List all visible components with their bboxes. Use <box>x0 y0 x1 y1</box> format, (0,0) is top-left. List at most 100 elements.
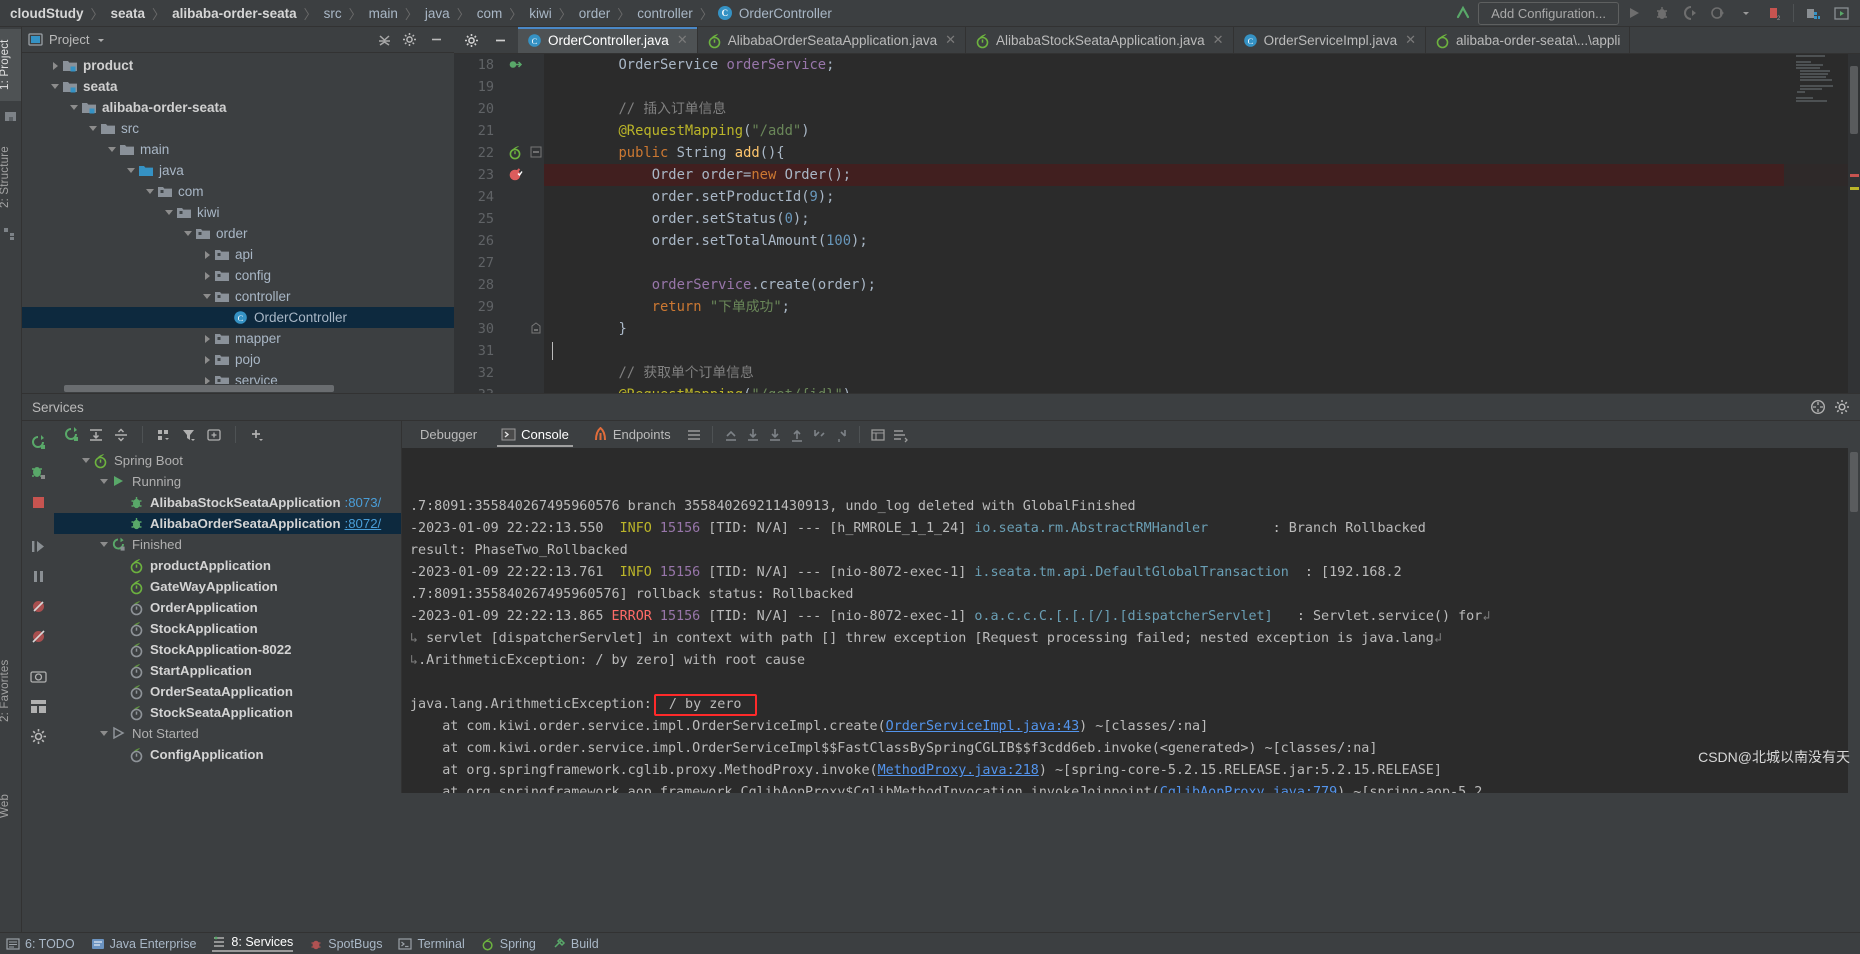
service-node[interactable]: ConfigApplication <box>54 744 401 765</box>
chevron-down-icon[interactable] <box>125 164 138 177</box>
editor-minimap[interactable] <box>1784 54 1848 393</box>
sidebar-item-web[interactable]: Web <box>0 787 21 825</box>
chevron-down-icon[interactable] <box>163 206 176 219</box>
tree-node[interactable]: seata <box>22 76 454 97</box>
chevron-right-icon[interactable] <box>201 353 214 366</box>
view-breakpoints-icon[interactable] <box>22 621 54 651</box>
project-tree[interactable]: product seata alibaba-order-seata src main ja… <box>22 53 454 393</box>
tree-node[interactable]: kiwi <box>22 202 454 223</box>
gutter-line[interactable]: 33 <box>454 384 544 393</box>
group-by-icon[interactable] <box>153 424 175 446</box>
chevron-down-icon[interactable] <box>96 35 106 45</box>
tree-node[interactable]: config <box>22 265 454 286</box>
breadcrumb-item[interactable]: kiwi <box>527 6 554 21</box>
chevron-down-icon[interactable] <box>1733 2 1759 24</box>
services-tree[interactable]: Spring Boot Running AlibabaStockSeataAppli… <box>54 448 401 793</box>
code-line[interactable]: order.setProductId(9); <box>544 186 1860 208</box>
tree-node[interactable]: java <box>22 160 454 181</box>
service-node[interactable]: Running <box>54 471 401 492</box>
stacktrace-link[interactable]: MethodProxy.java:218 <box>878 763 1039 778</box>
bookmarks-icon[interactable] <box>3 109 19 125</box>
pause-icon[interactable] <box>22 561 54 591</box>
run-configuration-selector[interactable]: Add Configuration... <box>1478 1 1619 25</box>
chevron-down-icon[interactable] <box>80 454 93 467</box>
code-line[interactable]: // 插入订单信息 <box>544 98 1860 120</box>
console-tab[interactable]: Endpoints <box>581 423 683 447</box>
add-icon[interactable] <box>246 424 268 446</box>
gutter-line[interactable]: 26 <box>454 230 544 252</box>
breadcrumb-item[interactable]: src <box>322 6 344 21</box>
chevron-right-icon[interactable] <box>201 248 214 261</box>
structure-view-icon[interactable] <box>3 227 19 243</box>
breadcrumb-item[interactable]: alibaba-order-seata <box>170 6 299 21</box>
step-out-icon[interactable] <box>720 424 742 446</box>
chevron-down-icon[interactable] <box>106 143 119 156</box>
tree-node[interactable]: controller <box>22 286 454 307</box>
filter-icon[interactable] <box>178 424 200 446</box>
service-node[interactable]: StockApplication <box>54 618 401 639</box>
sidebar-item-structure[interactable]: 2: Structure <box>0 135 21 219</box>
service-node[interactable]: AlibabaOrderSeataApplication:8072/ <box>54 513 401 534</box>
breadcrumb-item[interactable]: order <box>577 6 613 21</box>
stop-icon[interactable]: 2 <box>1761 2 1787 24</box>
code-line[interactable]: public String add(){ <box>544 142 1860 164</box>
gutter-line[interactable]: 27 <box>454 252 544 274</box>
gutter-line[interactable]: 20 <box>454 98 544 120</box>
tree-node[interactable]: src <box>22 118 454 139</box>
editor-scrollbar[interactable] <box>1848 54 1860 393</box>
service-node[interactable]: Finished <box>54 534 401 555</box>
code-line[interactable]: Order order=new Order(); <box>544 164 1860 186</box>
editor-code[interactable]: OrderService orderService; // 插入订单信息 @Re… <box>544 54 1860 393</box>
editor-gutter[interactable]: 18 19 20 21 22 23 24 25 26 27 28 29 30 31 32 33 <box>454 54 544 393</box>
code-line[interactable]: order.setTotalAmount(100); <box>544 230 1860 252</box>
gutter-line[interactable]: 30 <box>454 318 544 340</box>
service-node[interactable]: AlibabaStockSeataApplication:8073/ <box>54 492 401 513</box>
debug-icon[interactable] <box>1649 2 1675 24</box>
console-tab[interactable]: Console <box>489 423 581 447</box>
tree-node[interactable]: pojo <box>22 349 454 370</box>
debug-rerun-icon[interactable] <box>22 457 54 487</box>
chevron-right-icon[interactable] <box>201 269 214 282</box>
tree-node[interactable]: mapper <box>22 328 454 349</box>
service-node[interactable]: Spring Boot <box>54 450 401 471</box>
gutter-line[interactable]: 21 <box>454 120 544 142</box>
collapse-all-icon[interactable] <box>110 424 132 446</box>
chevron-down-icon[interactable] <box>98 475 111 488</box>
status-bar-item[interactable]: Terminal <box>398 937 465 951</box>
gutter-line[interactable]: 32 <box>454 362 544 384</box>
service-port-link[interactable]: :8072/ <box>345 516 382 531</box>
service-node[interactable]: StockSeataApplication <box>54 702 401 723</box>
tree-node[interactable]: C OrderController <box>22 307 454 328</box>
rerun-icon[interactable] <box>22 427 54 457</box>
tree-node[interactable]: alibaba-order-seata <box>22 97 454 118</box>
stacktrace-link[interactable]: OrderServiceImpl.java:43 <box>886 719 1079 734</box>
override-icon[interactable] <box>508 57 524 73</box>
breadcrumb-item-class[interactable]: C OrderController <box>717 6 834 21</box>
code-line[interactable]: orderService.create(order); <box>544 274 1860 296</box>
warning-stripe-marker[interactable] <box>1850 187 1859 190</box>
service-node[interactable]: productApplication <box>54 555 401 576</box>
settings-icon[interactable] <box>22 721 54 751</box>
mute-breakpoints-icon[interactable] <box>22 591 54 621</box>
ide-update-icon[interactable] <box>1450 2 1476 24</box>
editor-tab[interactable]: C OrderController.java ✕ <box>518 27 698 53</box>
gutter-line[interactable]: 19 <box>454 76 544 98</box>
fold-end-icon[interactable] <box>530 322 542 334</box>
console-output[interactable]: .7:8091:355840267495960576 branch 355840… <box>402 448 1860 793</box>
code-line[interactable]: } <box>544 318 1860 340</box>
service-node[interactable]: OrderApplication <box>54 597 401 618</box>
stacktrace-link[interactable]: CglibAopProxy.java:779 <box>1160 785 1337 793</box>
close-icon[interactable]: ✕ <box>945 32 956 48</box>
collapse-all-icon[interactable] <box>377 32 392 47</box>
scroll-to-end-icon[interactable] <box>889 424 911 446</box>
tree-node[interactable]: order <box>22 223 454 244</box>
run-coverage-icon[interactable] <box>1677 2 1703 24</box>
service-node[interactable]: StockApplication-8022 <box>54 639 401 660</box>
status-bar-item[interactable]: 6: TODO <box>6 937 75 951</box>
code-line[interactable]: @RequestMapping("/add") <box>544 120 1860 142</box>
code-line[interactable]: // 获取单个订单信息 <box>544 362 1860 384</box>
close-icon[interactable]: ✕ <box>1405 32 1416 48</box>
status-bar-item[interactable]: 8: Services <box>212 935 294 952</box>
gutter-line[interactable]: 25 <box>454 208 544 230</box>
step-into-icon[interactable] <box>764 424 786 446</box>
